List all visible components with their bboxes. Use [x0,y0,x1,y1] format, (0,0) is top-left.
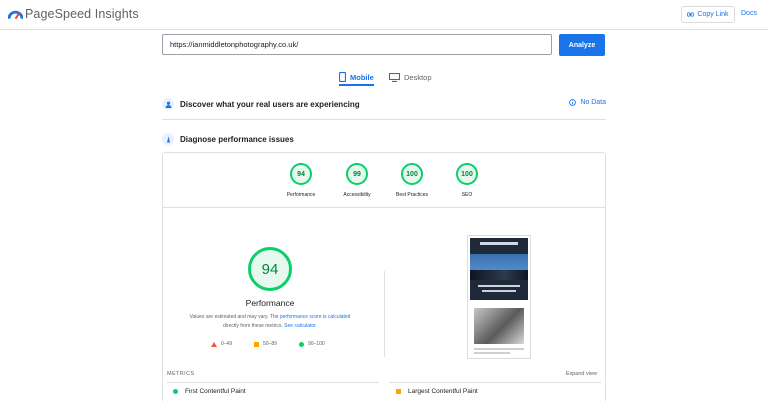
score-performance[interactable]: 94 Performance [276,163,326,198]
score-best-practices-label: Best Practices [396,192,428,198]
score-seo-value: 100 [456,163,478,185]
screenshot-rocks [470,270,528,280]
square-icon [254,341,259,347]
real-users-title: Discover what your real users are experi… [180,99,360,109]
performance-title: Performance [245,298,295,308]
screenshot-caption [478,285,520,287]
users-icon [162,98,174,110]
real-users-section[interactable]: Discover what your real users are experi… [162,96,606,112]
url-input[interactable]: https://ianmiddletonphotography.co.uk/ [162,34,552,55]
metric-lcp-label: Largest Contentful Paint [408,388,478,395]
no-data-label: No Data [580,99,606,106]
screenshot-caption-2 [482,290,516,292]
note-text-1: Values are estimated and may vary. The [189,314,280,320]
circle-icon [299,341,304,347]
score-accessibility-label: Accessibility [343,192,371,198]
lighthouse-icon [162,133,174,145]
screenshot-logo [480,242,518,245]
screenshot-text-line [474,348,524,350]
screenshot-hero [470,238,528,300]
tab-desktop[interactable]: Desktop [389,68,432,86]
section-divider [162,119,606,120]
report-card: 94 Performance 99 Accessibility 100 Best… [162,152,606,401]
average-indicator-icon [396,389,401,394]
diagnose-title: Diagnose performance issues [180,134,294,144]
triangle-icon [211,341,217,347]
good-indicator-icon [173,389,178,394]
screenshot-text-line-2 [474,352,510,354]
score-performance-value: 94 [290,163,312,185]
score-calculation-link[interactable]: performance score is calculated [280,314,351,320]
score-accessibility[interactable]: 99 Accessibility [332,163,382,198]
card-divider [163,207,605,208]
performance-note: Values are estimated and may vary. The p… [163,313,377,330]
app-title[interactable]: PageSpeed Insights [25,7,139,21]
score-seo-label: SEO [461,192,473,198]
note-text-2: directly from these metrics. [223,322,285,329]
legend-good-label: 90–100 [308,341,325,347]
link-icon [687,12,695,17]
score-accessibility-value: 99 [346,163,368,185]
see-calculator-link[interactable]: See calculator. [284,323,317,329]
score-best-practices[interactable]: 100 Best Practices [387,163,437,198]
performance-gauge: 94 [248,247,292,291]
pagespeed-logo-icon[interactable] [8,7,23,21]
score-seo[interactable]: 100 SEO [442,163,492,198]
score-performance-label: Performance [286,192,316,198]
legend-good: 90–100 [299,341,325,347]
expand-view-button[interactable]: Expand view [566,371,597,377]
page-screenshot [467,235,531,359]
active-tab-indicator [339,84,374,86]
tab-desktop-label: Desktop [404,72,432,82]
legend-average: 50–89 [254,341,277,347]
top-bar: PageSpeed Insights Copy Link Docs [0,0,768,30]
score-best-practices-value: 100 [401,163,423,185]
screenshot-photo [474,308,524,344]
legend-average-label: 50–89 [263,341,277,347]
legend-poor-label: 0–49 [221,341,233,347]
copy-link-button[interactable]: Copy Link [681,6,735,23]
analyze-button[interactable]: Analyze [559,34,605,56]
diagnose-section: Diagnose performance issues [162,132,606,146]
mobile-icon [339,72,346,82]
metrics-heading: METRICS [167,371,195,377]
desktop-icon [389,72,400,82]
metrics-divider-right [389,382,601,383]
metric-fcp-label: First Contentful Paint [185,388,246,395]
metric-fcp: First Contentful Paint [173,388,246,395]
no-data-status[interactable]: No Data [569,99,606,106]
vertical-separator [384,271,385,357]
copy-link-label: Copy Link [697,11,729,18]
legend-poor: 0–49 [211,341,232,347]
tab-mobile-label: Mobile [350,72,374,82]
metric-lcp: Largest Contentful Paint [396,388,478,395]
metrics-divider-left [167,382,379,383]
info-icon [569,99,577,106]
docs-link[interactable]: Docs [741,10,757,17]
